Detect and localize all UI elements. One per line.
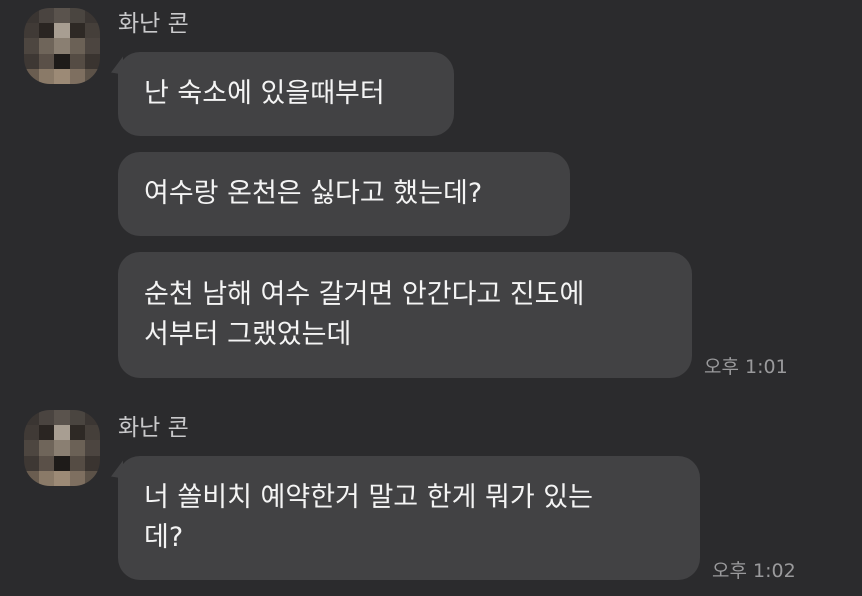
message-bubble[interactable]: 순천 남해 여수 갈거면 안간다고 진도에 서부터 그랬었는데 xyxy=(118,252,692,378)
message-text: 너 쏠비치 예약한거 말고 한게 뭐가 있는 데? xyxy=(144,482,593,553)
sender-name: 화난 콘 xyxy=(118,11,189,37)
avatar[interactable] xyxy=(24,410,100,486)
message-text: 순천 남해 여수 갈거면 안간다고 진도에 서부터 그랬었는데 xyxy=(144,279,585,350)
message-bubble[interactable]: 너 쏠비치 예약한거 말고 한게 뭐가 있는 데? xyxy=(118,456,700,580)
chat-screen: { "messages_groups": [ { "sender": "화난 콘… xyxy=(0,0,862,596)
message-timestamp: 오후 1:02 xyxy=(712,560,796,582)
message-bubble[interactable]: 난 숙소에 있을때부터 xyxy=(118,52,454,136)
message-timestamp: 오후 1:01 xyxy=(704,356,788,378)
message-text: 난 숙소에 있을때부터 xyxy=(144,78,385,109)
message-text: 여수랑 온천은 싫다고 했는데? xyxy=(144,178,483,209)
message-bubble[interactable]: 여수랑 온천은 싫다고 했는데? xyxy=(118,152,570,236)
avatar[interactable] xyxy=(24,8,100,84)
sender-name: 화난 콘 xyxy=(118,415,189,441)
